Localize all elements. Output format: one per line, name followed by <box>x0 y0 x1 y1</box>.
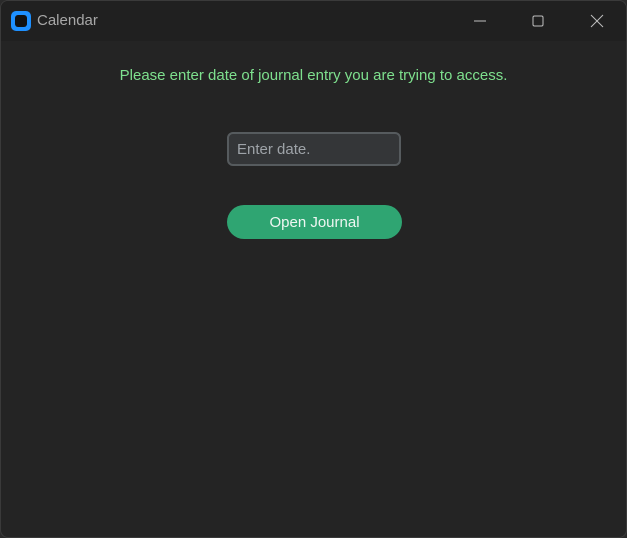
date-input[interactable] <box>227 132 401 166</box>
window-title: Calendar <box>37 12 98 29</box>
maximize-icon <box>532 15 544 27</box>
maximize-button[interactable] <box>509 1 567 41</box>
instruction-text: Please enter date of journal entry you a… <box>119 67 508 84</box>
app-window: Calendar Please enter date of journal en… <box>0 0 627 538</box>
open-journal-button[interactable]: Open Journal <box>227 205 402 239</box>
close-icon <box>590 14 604 28</box>
minimize-button[interactable] <box>451 1 509 41</box>
title-bar[interactable]: Calendar <box>1 1 626 41</box>
minimize-icon <box>474 20 486 22</box>
close-button[interactable] <box>568 1 626 41</box>
app-icon <box>11 11 31 31</box>
